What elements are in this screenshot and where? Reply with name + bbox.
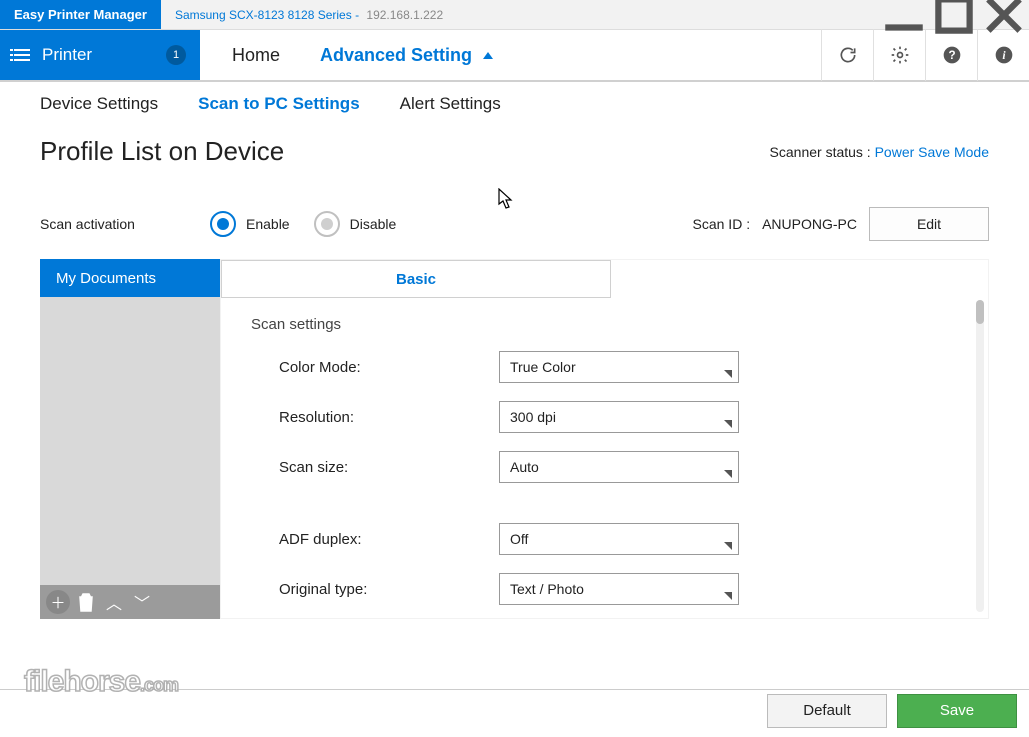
radio-disable[interactable]: Disable [314, 211, 397, 237]
window-close-button[interactable] [979, 0, 1029, 29]
scanner-status-link[interactable]: Power Save Mode [875, 144, 989, 160]
scan-id-label: Scan ID : [693, 216, 751, 232]
scan-size-value: Auto [510, 459, 539, 475]
original-type-dropdown[interactable]: Text / Photo [499, 573, 739, 605]
chevron-up-icon: ︿ [106, 590, 122, 614]
dropdown-arrow-icon [724, 542, 732, 550]
profile-toolbar: ＋ ︿ ﹀ [40, 585, 220, 619]
resolution-value: 300 dpi [510, 409, 556, 425]
printer-menu-button[interactable]: Printer 1 [0, 30, 200, 80]
dropdown-arrow-icon [724, 370, 732, 378]
settings-panel: Basic Scan settings Color Mode: True Col… [220, 259, 989, 619]
tab-basic[interactable]: Basic [221, 260, 611, 297]
footer: Default Save [0, 689, 1029, 737]
window-minimize-button[interactable] [879, 0, 929, 29]
original-type-label: Original type: [279, 581, 499, 598]
device-name: Samsung SCX-8123 8128 Series [175, 8, 352, 22]
color-mode-label: Color Mode: [279, 359, 499, 376]
radio-enable[interactable]: Enable [210, 211, 290, 237]
move-down-button[interactable]: ﹀ [130, 590, 154, 614]
scan-id-value: ANUPONG-PC [762, 216, 857, 232]
add-profile-button[interactable]: ＋ [46, 590, 70, 614]
delete-profile-button[interactable] [74, 590, 98, 614]
color-mode-dropdown[interactable]: True Color [499, 351, 739, 383]
default-button[interactable]: Default [767, 694, 887, 728]
refresh-icon [838, 45, 858, 65]
help-icon: ? [942, 45, 962, 65]
device-title: Samsung SCX-8123 8128 Series - 192.168.1… [161, 0, 457, 29]
nav-bar: Printer 1 Home Advanced Setting ? i [0, 30, 1029, 82]
scanner-status-label: Scanner status : [770, 144, 875, 160]
radio-disable-label: Disable [350, 216, 397, 232]
save-button[interactable]: Save [897, 694, 1017, 728]
dropdown-arrow-icon [724, 592, 732, 600]
help-button[interactable]: ? [925, 29, 977, 81]
svg-text:?: ? [948, 49, 955, 62]
scan-activation-label: Scan activation [40, 216, 210, 232]
printer-menu-label: Printer [42, 45, 92, 65]
resolution-dropdown[interactable]: 300 dpi [499, 401, 739, 433]
profile-list: My Documents ＋ ︿ ﹀ [40, 259, 220, 619]
device-ip-separator: - [352, 8, 363, 22]
scan-settings-section-label: Scan settings [251, 316, 958, 333]
resolution-label: Resolution: [279, 409, 499, 426]
sub-nav: Device Settings Scan to PC Settings Aler… [0, 82, 1029, 126]
trash-icon [74, 590, 98, 614]
subnav-alert-settings[interactable]: Alert Settings [400, 94, 501, 114]
nav-advanced-label: Advanced Setting [320, 45, 472, 65]
list-icon [14, 49, 30, 61]
original-type-value: Text / Photo [510, 581, 584, 597]
gear-icon [890, 45, 910, 65]
adf-duplex-label: ADF duplex: [279, 531, 499, 548]
scrollbar[interactable] [976, 300, 984, 612]
title-bar: Easy Printer Manager Samsung SCX-8123 81… [0, 0, 1029, 30]
info-button[interactable]: i [977, 29, 1029, 81]
subnav-scan-to-pc[interactable]: Scan to PC Settings [198, 94, 360, 114]
adf-duplex-value: Off [510, 531, 528, 547]
dropdown-arrow-icon [724, 420, 732, 428]
scrollbar-thumb[interactable] [976, 300, 984, 324]
scan-size-label: Scan size: [279, 459, 499, 476]
nav-advanced-setting[interactable]: Advanced Setting [320, 45, 493, 66]
device-ip: 192.168.1.222 [366, 8, 443, 22]
color-mode-value: True Color [510, 359, 576, 375]
dropdown-arrow-icon [724, 470, 732, 478]
info-icon: i [994, 45, 1014, 65]
page-title: Profile List on Device [40, 136, 284, 167]
scan-size-dropdown[interactable]: Auto [499, 451, 739, 483]
content-area: Profile List on Device Scanner status : … [0, 126, 1029, 619]
window-maximize-button[interactable] [929, 0, 979, 29]
nav-home[interactable]: Home [232, 45, 280, 66]
plus-icon: ＋ [50, 592, 65, 613]
chevron-up-icon [483, 52, 493, 59]
edit-scan-id-button[interactable]: Edit [869, 207, 989, 241]
move-up-button[interactable]: ︿ [102, 590, 126, 614]
app-title: Easy Printer Manager [0, 0, 161, 29]
chevron-down-icon: ﹀ [134, 590, 150, 614]
radio-enable-label: Enable [246, 216, 290, 232]
adf-duplex-dropdown[interactable]: Off [499, 523, 739, 555]
subnav-device-settings[interactable]: Device Settings [40, 94, 158, 114]
scanner-status: Scanner status : Power Save Mode [770, 144, 989, 160]
settings-button[interactable] [873, 29, 925, 81]
profile-item-my-documents[interactable]: My Documents [40, 259, 220, 297]
printer-count-badge: 1 [166, 45, 186, 65]
refresh-button[interactable] [821, 29, 873, 81]
